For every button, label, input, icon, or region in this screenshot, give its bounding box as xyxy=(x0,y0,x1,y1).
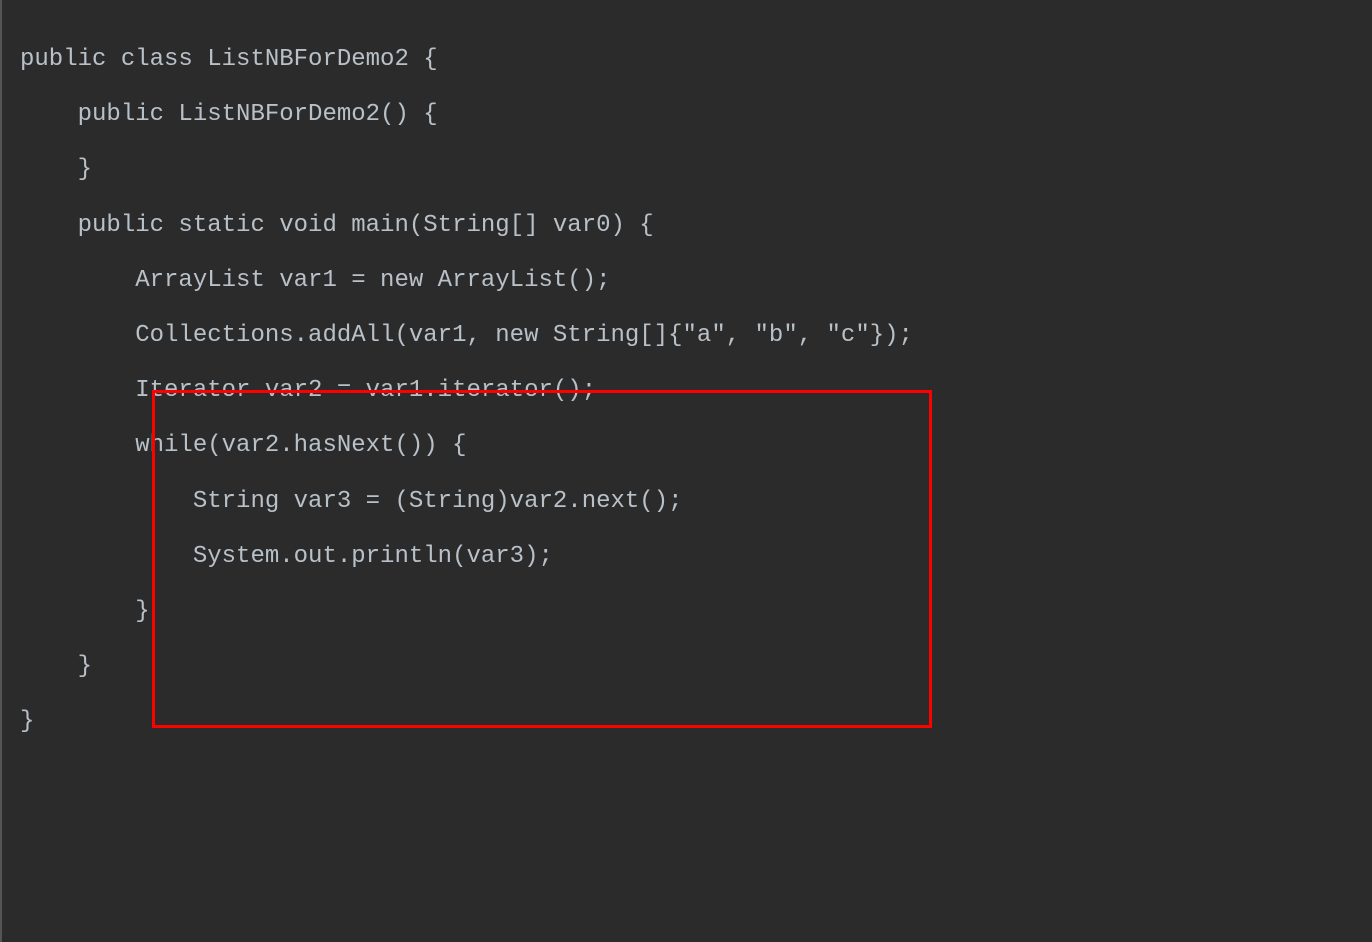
code-line-1[interactable]: public class ListNBForDemo2 { xyxy=(20,32,1372,87)
code-line-16[interactable]: } xyxy=(20,694,1372,749)
code-editor[interactable]: public class ListNBForDemo2 { public Lis… xyxy=(20,32,1372,749)
code-line-7[interactable]: Collections.addAll(var1, new String[]{"a… xyxy=(20,308,1372,363)
code-line-8[interactable]: Iterator var2 = var1.iterator(); xyxy=(20,363,1372,418)
code-line-12[interactable]: System.out.println(var3); xyxy=(20,529,1372,584)
code-line-3[interactable]: } xyxy=(20,142,1372,197)
code-line-2[interactable]: public ListNBForDemo2() { xyxy=(20,87,1372,142)
code-line-5[interactable]: public static void main(String[] var0) { xyxy=(20,198,1372,253)
code-line-11[interactable]: String var3 = (String)var2.next(); xyxy=(20,474,1372,529)
code-line-10[interactable]: while(var2.hasNext()) { xyxy=(20,418,1372,473)
code-line-15[interactable]: } xyxy=(20,639,1372,694)
code-line-6[interactable]: ArrayList var1 = new ArrayList(); xyxy=(20,253,1372,308)
code-line-13[interactable]: } xyxy=(20,584,1372,639)
